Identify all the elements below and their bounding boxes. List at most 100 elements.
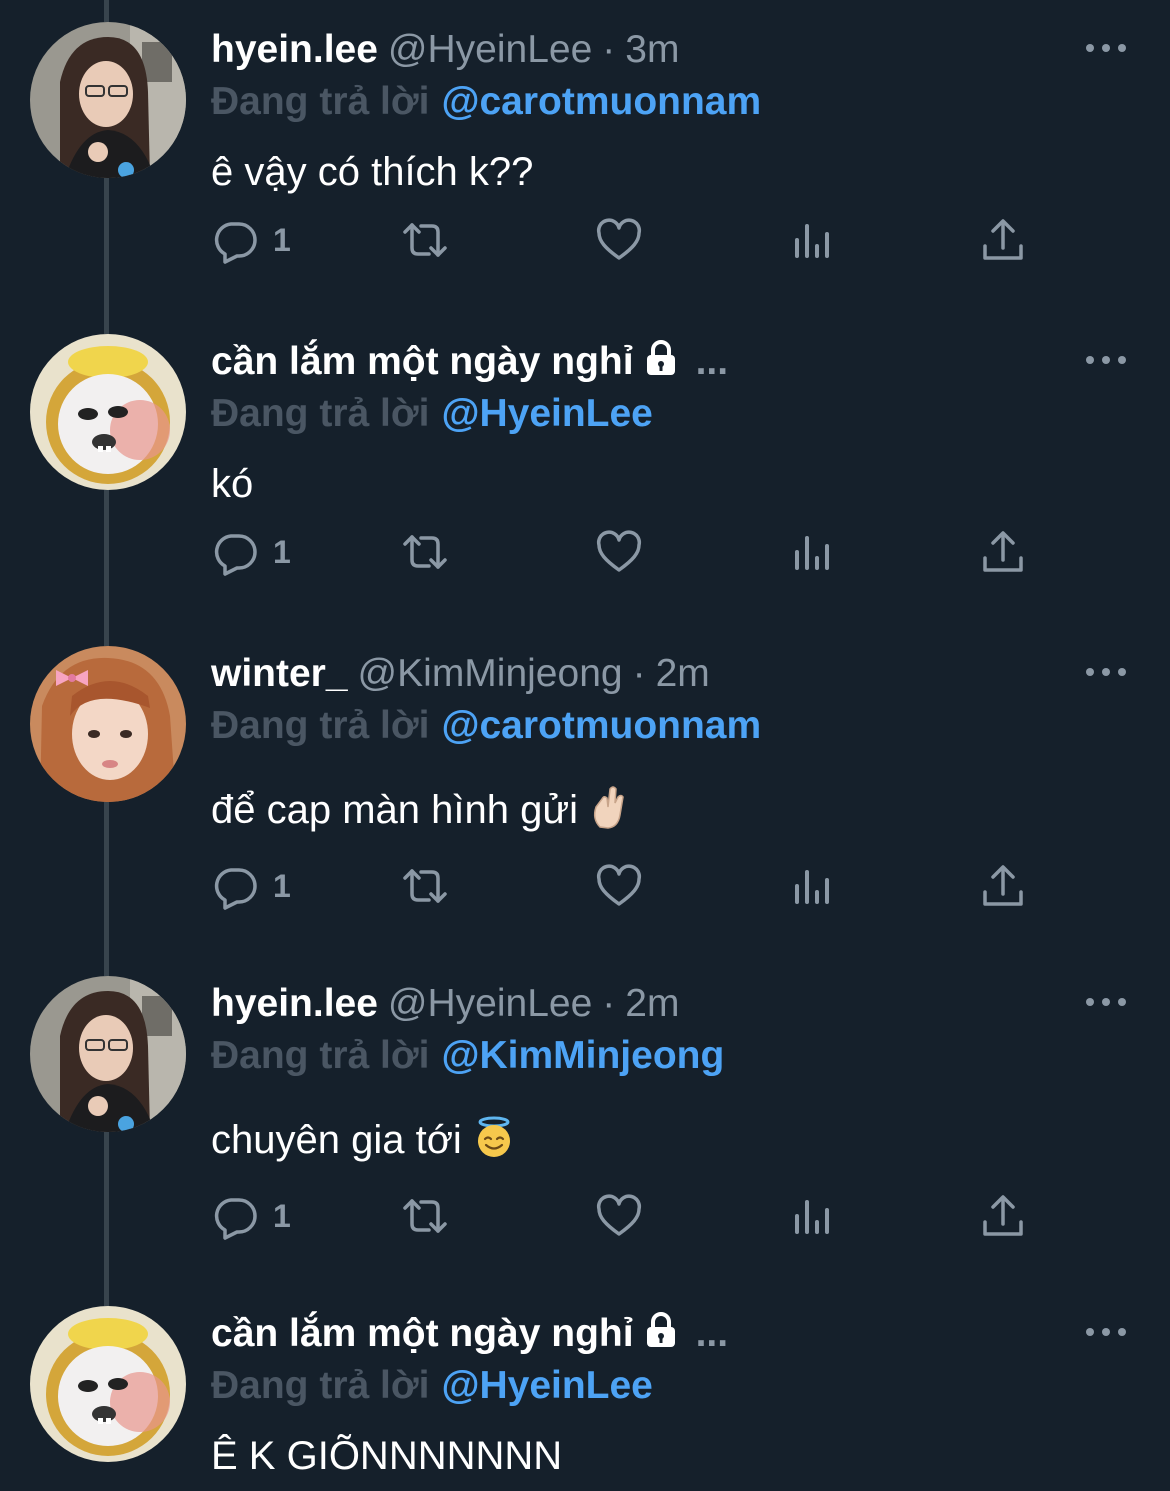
share-button[interactable] — [979, 1186, 1027, 1246]
share-button[interactable] — [979, 856, 1027, 916]
share-icon — [983, 219, 1023, 260]
analytics-button[interactable] — [789, 1186, 837, 1246]
reply-count: 1 — [273, 1197, 291, 1234]
replying-to-label: Đang trả lời — [211, 1034, 430, 1077]
analytics-icon — [795, 1200, 829, 1234]
replying-to-handle[interactable]: @carotmuonnam — [441, 80, 761, 123]
replying-to-label: Đang trả lời — [211, 1364, 430, 1407]
retweet-icon — [403, 1199, 447, 1233]
share-icon — [983, 865, 1023, 906]
reply-icon — [214, 222, 257, 264]
reply-button[interactable]: 1 — [211, 522, 291, 582]
retweet-icon — [403, 869, 447, 903]
reply-count: 1 — [273, 867, 291, 904]
more-icon[interactable] — [1086, 350, 1126, 370]
reply-icon — [214, 868, 257, 910]
avatar-girl-photo — [30, 976, 186, 1132]
retweet-icon — [403, 535, 447, 569]
display-name[interactable]: hyein.lee — [211, 28, 378, 71]
user-handle[interactable]: @HyeinLee — [388, 982, 592, 1025]
display-name[interactable]: cần lắm một ngày nghỉ — [211, 340, 634, 383]
tweet-text: chuyên gia tới — [211, 1118, 462, 1162]
tweet[interactable]: winter_ @KimMinjeong · 2m Đang trả lời @caro… — [0, 624, 1170, 954]
tweet-header: cần lắm một ngày nghỉ... — [211, 1310, 728, 1361]
more-icon[interactable] — [1086, 38, 1126, 58]
timestamp[interactable]: 2m — [625, 982, 679, 1025]
tweet-header: hyein.lee @HyeinLee · 2m — [211, 980, 679, 1028]
reply-icon — [214, 1198, 257, 1240]
name-truncation: ... — [695, 1312, 729, 1355]
action-bar: 1 — [211, 856, 1051, 916]
user-handle[interactable]: @KimMinjeong — [358, 652, 623, 695]
more-icon[interactable] — [1086, 1322, 1126, 1342]
replying-to: Đang trả lời @HyeinLee — [211, 390, 653, 438]
more-icon[interactable] — [1086, 662, 1126, 682]
like-button[interactable] — [595, 522, 643, 582]
share-button[interactable] — [979, 522, 1027, 582]
display-name[interactable]: hyein.lee — [211, 982, 378, 1025]
replying-to: Đang trả lời @carotmuonnam — [211, 702, 761, 750]
tweet-header: winter_ @KimMinjeong · 2m — [211, 650, 710, 698]
analytics-button[interactable] — [789, 210, 837, 270]
like-icon — [596, 530, 642, 572]
tweet-text: kó — [211, 462, 254, 506]
tweet-header: hyein.lee @HyeinLee · 3m — [211, 26, 679, 74]
avatar[interactable] — [30, 334, 186, 490]
tweet[interactable]: hyein.lee @HyeinLee · 3m Đang trả lời @carot… — [0, 0, 1170, 312]
avatar[interactable] — [30, 976, 186, 1132]
analytics-icon — [795, 224, 829, 258]
tweet-header: cần lắm một ngày nghỉ... — [211, 338, 728, 389]
reply-button[interactable]: 1 — [211, 1186, 291, 1246]
like-icon — [596, 218, 642, 260]
retweet-button[interactable] — [401, 522, 449, 582]
replying-to-handle[interactable]: @HyeinLee — [441, 392, 652, 435]
share-icon — [983, 1195, 1023, 1236]
retweet-button[interactable] — [401, 856, 449, 916]
tweet[interactable]: cần lắm một ngày nghỉ... Đang trả lời @Hy… — [0, 312, 1170, 624]
replying-to-handle[interactable]: @HyeinLee — [441, 1364, 652, 1407]
timestamp[interactable]: 3m — [625, 28, 679, 71]
replying-to-handle[interactable]: @carotmuonnam — [441, 704, 761, 747]
like-button[interactable] — [595, 856, 643, 916]
like-button[interactable] — [595, 1186, 643, 1246]
avatar[interactable] — [30, 22, 186, 178]
tweet-text-row: để cap màn hình gửi — [211, 784, 628, 842]
action-bar: 1 — [211, 210, 1051, 270]
avatar-girl-photo — [30, 22, 186, 178]
avatar-cartoon-character — [30, 334, 186, 490]
replying-to-label: Đang trả lời — [211, 80, 430, 123]
tweet[interactable]: hyein.lee @HyeinLee · 2m Đang trả lời @KimMi… — [0, 954, 1170, 1284]
timestamp[interactable]: 2m — [656, 652, 710, 695]
display-name[interactable]: winter_ — [211, 652, 348, 695]
share-button[interactable] — [979, 210, 1027, 270]
tweet-text: để cap màn hình gửi — [211, 788, 579, 832]
replying-to: Đang trả lời @HyeinLee — [211, 1362, 653, 1410]
share-icon — [983, 531, 1023, 572]
retweet-icon — [403, 223, 447, 257]
analytics-button[interactable] — [789, 522, 837, 582]
tweet-text: Ê K GIÕNNNNNNN — [211, 1434, 563, 1478]
like-button[interactable] — [595, 210, 643, 270]
reply-icon — [214, 534, 257, 576]
user-handle[interactable]: @HyeinLee — [388, 28, 592, 71]
display-name[interactable]: cần lắm một ngày nghỉ — [211, 1312, 634, 1355]
more-icon[interactable] — [1086, 992, 1126, 1012]
reply-button[interactable]: 1 — [211, 856, 291, 916]
replying-to-label: Đang trả lời — [211, 704, 430, 747]
avatar-girl-with-bow — [30, 646, 186, 802]
like-icon — [596, 1194, 642, 1236]
separator-dot: · — [602, 982, 616, 1025]
avatar[interactable] — [30, 646, 186, 802]
replying-to: Đang trả lời @carotmuonnam — [211, 78, 761, 126]
lock-icon — [642, 1311, 680, 1361]
retweet-button[interactable] — [401, 210, 449, 270]
tweet-text-row: chuyên gia tới — [211, 1114, 516, 1172]
separator-dot: · — [632, 652, 646, 695]
analytics-button[interactable] — [789, 856, 837, 916]
crossed-fingers-emoji — [588, 785, 628, 842]
tweet[interactable]: cần lắm một ngày nghỉ... Đang trả lời @Hy… — [0, 1284, 1170, 1491]
retweet-button[interactable] — [401, 1186, 449, 1246]
replying-to-handle[interactable]: @KimMinjeong — [441, 1034, 724, 1077]
reply-button[interactable]: 1 — [211, 210, 291, 270]
avatar[interactable] — [30, 1306, 186, 1462]
